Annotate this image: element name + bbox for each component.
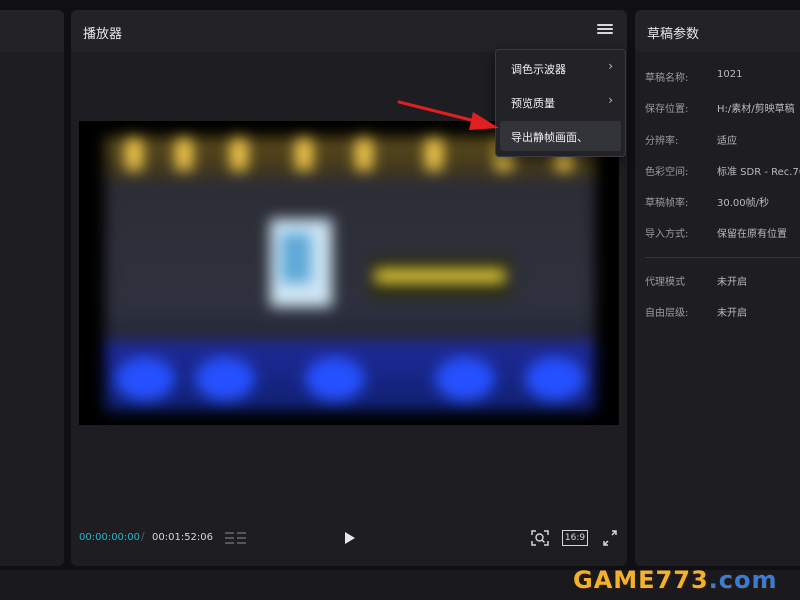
- menu-item-label: 预览质量: [511, 97, 555, 110]
- annotation-arrow-icon: [397, 100, 499, 130]
- hamburger-menu-icon[interactable]: [597, 22, 613, 36]
- menu-item-preview-quality[interactable]: 预览质量 ›: [500, 87, 621, 117]
- param-value: 适应: [717, 136, 737, 147]
- audio-wave-icon[interactable]: [225, 530, 247, 546]
- param-value: 1021: [717, 69, 743, 80]
- param-value: H:/素材/剪映草稿: [717, 104, 795, 115]
- param-value: 未开启: [717, 308, 747, 319]
- param-key: 草稿帧率:: [645, 198, 689, 209]
- total-timecode: 00:01:52:06: [152, 532, 214, 543]
- player-options-menu: 调色示波器 › 预览质量 › 导出静帧画面、: [495, 49, 626, 157]
- fullscreen-icon[interactable]: [603, 530, 617, 546]
- left-panel-header: [0, 10, 64, 52]
- playback-controls: 00:00:00:00 / 00:01:52:06 16:9: [71, 523, 627, 555]
- watermark-suffix: .com: [708, 566, 778, 594]
- chevron-right-icon: ›: [608, 93, 613, 107]
- play-icon[interactable]: [343, 531, 357, 545]
- zoom-fit-icon[interactable]: [531, 530, 549, 546]
- param-key: 分辨率:: [645, 136, 679, 147]
- chevron-right-icon: ›: [608, 59, 613, 73]
- left-panel: [0, 10, 64, 566]
- watermark-brand: GAME773: [573, 566, 709, 594]
- menu-item-label: 调色示波器: [511, 63, 566, 76]
- param-key: 保存位置:: [645, 104, 689, 115]
- draft-params-panel: 草稿参数 草稿名称: 1021 保存位置: H:/素材/剪映草稿 分辨率: 适应…: [635, 10, 800, 566]
- timecode-separator: /: [141, 530, 145, 543]
- current-timecode: 00:00:00:00: [79, 532, 141, 543]
- menu-item-label: 导出静帧画面、: [511, 131, 588, 144]
- menu-item-export-still-frame[interactable]: 导出静帧画面、: [500, 121, 621, 151]
- divider: [645, 257, 800, 258]
- param-key: 导入方式:: [645, 229, 689, 240]
- param-value: 30.00帧/秒: [717, 198, 769, 209]
- param-value: 未开启: [717, 277, 747, 288]
- video-preview[interactable]: [79, 121, 619, 425]
- param-key: 自由层级:: [645, 308, 689, 319]
- player-header: 播放器: [71, 10, 627, 52]
- site-watermark-logo: GAME773.com: [573, 566, 778, 594]
- param-key: 代理模式: [645, 277, 685, 288]
- param-key: 色彩空间:: [645, 167, 689, 178]
- player-title: 播放器: [83, 27, 123, 42]
- param-key: 草稿名称:: [645, 73, 689, 84]
- params-header: 草稿参数: [635, 10, 800, 52]
- param-value: 保留在原有位置: [717, 229, 787, 240]
- video-frame-image: [105, 137, 595, 411]
- params-title: 草稿参数: [647, 27, 700, 42]
- aspect-ratio-button[interactable]: 16:9: [562, 530, 588, 546]
- menu-item-color-scopes[interactable]: 调色示波器 ›: [500, 53, 621, 83]
- param-value: 标准 SDR - Rec.709: [717, 167, 800, 178]
